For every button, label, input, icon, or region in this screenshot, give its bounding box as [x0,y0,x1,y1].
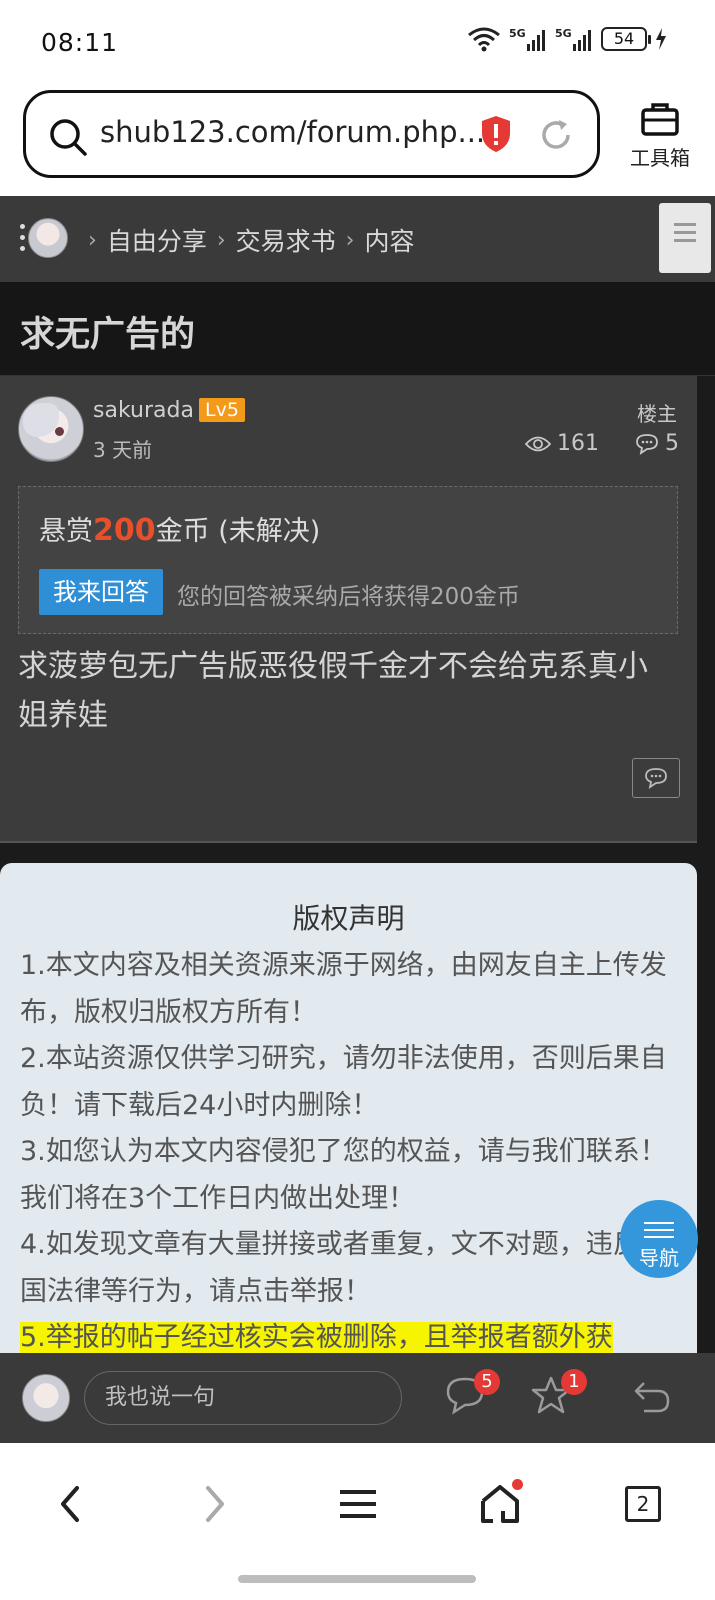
menu-icon [644,1222,674,1243]
level-badge: Lv5 [199,398,245,422]
breadcrumb-item-share[interactable]: 自由分享 [107,222,207,258]
author-avatar[interactable] [18,396,84,462]
svg-text:5G: 5G [555,27,572,40]
chevron-right-icon: › [216,227,226,253]
chevron-right-icon: › [88,227,97,253]
shield-icon[interactable] [480,115,512,153]
copyright-list: 1.本文内容及相关资源来源于网络，由网友自主上传发布，版权归版权方所有！ 2.本… [20,943,680,1353]
status-bar: 08:11 5G 5G 54 [0,0,715,88]
copyright-item: 1.本文内容及相关资源来源于网络，由网友自主上传发布，版权归版权方所有！ [20,950,667,1028]
comment-badge: 5 [474,1369,500,1395]
eye-icon [525,436,551,451]
nav-fab-label: 导航 [639,1246,679,1270]
undo-icon [634,1382,670,1413]
copyright-item: 2.本站资源仅供学习研究，请勿非法使用，否则后果自负！请下载后24小时内删除！ [20,1043,667,1121]
toolbox-icon [641,103,679,136]
signal-5g-icon: 5G [555,27,591,51]
chevron-left-icon [61,1486,79,1522]
menu-icon [340,1490,376,1518]
copyright-item[interactable]: 4.如发现文章有大量拼接或者重复，文不对题，违反中国法律等行为，请点击举报！ [20,1222,680,1315]
status-icons: 5G 5G 54 [467,26,667,52]
menu-button[interactable] [333,1479,383,1529]
page-title: 求无广告的 [20,315,196,355]
back-reply-button[interactable] [632,1375,672,1419]
favorite-badge: 1 [561,1369,587,1395]
wifi-icon [468,27,500,52]
toolbox-label: 工具箱 [630,146,690,170]
bounty-title: 悬赏 200 金币 (未解决) [39,509,320,548]
back-button[interactable] [45,1479,95,1529]
nav-fab-button[interactable]: 导航 [620,1200,698,1278]
scrollbar-thumb[interactable] [659,203,711,273]
notification-dot [512,1479,523,1490]
breadcrumb-item-content[interactable]: 内容 [364,222,414,258]
copyright-title: 版权声明 [292,902,405,935]
title-bar: 求无广告的 [0,282,715,376]
browser-toolbar: shub123.com/forum.php... 工具箱 [0,88,715,196]
answer-button[interactable]: 我来回答 [39,569,163,615]
reply-post-button[interactable] [632,758,680,798]
signal-5g-icon: 5G [509,27,545,51]
author-name[interactable]: sakurada [93,398,194,423]
tab-count: 2 [625,1486,661,1522]
reply-input[interactable]: 我也说一句 [84,1371,402,1425]
post-time: 3 天前 [93,438,153,462]
battery-indicator: 54 [601,27,651,51]
comment-icon [636,433,658,455]
favorite-button[interactable]: 1 [530,1369,587,1419]
post-card: sakurada Lv5 3 天前 楼主 161 5 悬赏 200 金币 (未解… [0,376,697,843]
view-count: 161 [557,431,599,456]
bounty-box: 悬赏 200 金币 (未解决) 我来回答 您的回答被采纳后将获得200金币 [18,486,678,634]
avatar[interactable] [22,1374,70,1422]
svg-text:5G: 5G [509,27,526,40]
toolbox-button[interactable]: 工具箱 [624,102,696,171]
chevron-right-icon [206,1486,224,1522]
copyright-highlight: 5.举报的帖子经过核实会被删除，且举报者额外获 [20,1322,613,1353]
breadcrumb-item-trade[interactable]: 交易求书 [236,222,336,258]
copyright-item: 3.如您认为本文内容侵犯了您的权益，请与我们联系！我们将在3个工作日内做出处理！ [20,1136,667,1214]
bounty-amount: 200 [93,513,156,548]
floor-label: 楼主 [637,402,677,426]
bounty-prefix: 悬赏 [39,516,93,547]
comments-button[interactable]: 5 [444,1369,500,1419]
home-indicator[interactable] [238,1575,476,1583]
comment-icon [645,768,667,789]
forward-button[interactable] [190,1479,240,1529]
breadcrumb-list: › 自由分享 › 交易求书 › 内容 [78,222,414,258]
charging-icon [656,28,666,50]
tabs-button[interactable]: 2 [618,1479,668,1529]
reply-count: 5 [665,431,679,456]
chevron-right-icon: › [345,227,355,253]
address-bar[interactable]: shub123.com/forum.php... [23,90,600,178]
more-dots-icon[interactable] [20,224,26,257]
bounty-suffix: 金币 (未解决) [155,516,321,547]
search-icon [50,119,87,156]
avatar[interactable] [28,218,68,258]
home-button[interactable] [475,1479,525,1529]
url-text[interactable]: shub123.com/forum.php... [100,115,485,149]
reply-bar: 我也说一句 5 1 [0,1353,715,1443]
status-time: 08:11 [41,28,119,57]
post-content: 求菠萝包无广告版恶役假千金才不会给克系真小姐养娃 [18,649,648,733]
copyright-notice: 版权声明 1.本文内容及相关资源来源于网络，由网友自主上传发布，版权归版权方所有… [0,863,697,1353]
reload-icon[interactable] [538,117,574,153]
breadcrumb: › 自由分享 › 交易求书 › 内容 [0,196,715,282]
answer-tip: 您的回答被采纳后将获得200金币 [177,584,520,610]
post-stats: 161 5 [525,431,679,456]
